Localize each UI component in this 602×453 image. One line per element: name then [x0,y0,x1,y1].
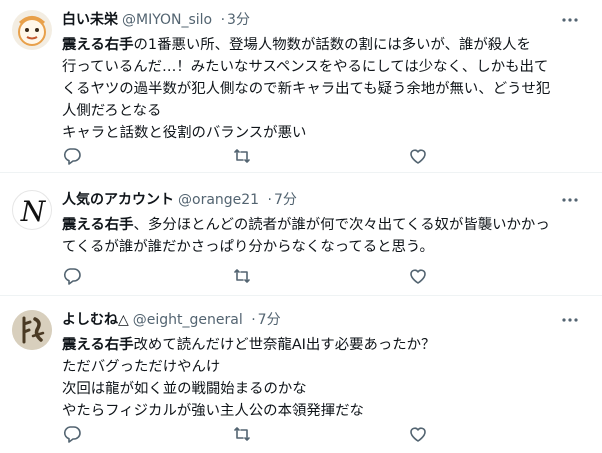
mention-link[interactable]: 震える右手 [62,37,134,53]
tweet-text: 震える右手、多分ほとんどの読者が誰が何で次々出てくる奴が皆襲いかかっ てくるが誰… [62,214,574,258]
reply-icon[interactable] [62,424,82,444]
more-icon[interactable] [560,313,580,327]
tweet-actions [62,424,462,444]
tweet-header: 人気のアカウント @orange21 · 7分 [62,191,562,210]
display-name[interactable]: 白い未栄 [62,12,118,28]
mention-link[interactable]: 震える右手 [62,217,134,233]
divider [0,295,602,296]
separator: · [267,192,272,208]
separator: · [220,12,226,28]
timestamp[interactable]: 7分 [274,192,297,208]
tweet-actions [62,146,462,166]
tweet[interactable]: よしむね△ @eight_general · 7分 震える右手改めて読んだけど世奈龍… [0,310,602,450]
divider [0,172,602,173]
display-name[interactable]: 人気のアカウント [62,192,174,208]
retweet-icon[interactable] [232,146,252,166]
user-handle[interactable]: @MIYON_silo [122,12,212,28]
avatar[interactable] [12,310,52,350]
tweet-header: 白い未栄 @MIYON_silo · 3分 [62,11,562,30]
reply-icon[interactable] [62,146,82,166]
avatar[interactable] [12,10,52,50]
user-handle[interactable]: @eight_general [133,312,243,328]
tweet-header: よしむね△ @eight_general · 7分 [62,311,562,330]
separator: · [251,312,256,328]
like-icon[interactable] [408,266,428,286]
text-line: ただバグっただけやんけ [62,359,221,375]
more-icon[interactable] [560,13,580,27]
text-line: の1番悪い所、登場人物数が話数の割には多いが、誰が殺人を [133,37,531,53]
tweet[interactable]: 白い未栄 @MIYON_silo · 3分 震える右手の1番悪い所、登場人物数が話数… [0,10,602,170]
tweet-actions [62,266,462,286]
mention-link[interactable]: 震える右手 [62,337,134,353]
text-line: キャラと話数と役割のバランスが悪い [62,125,307,141]
tweet-text: 震える右手改めて読んだけど世奈龍AI出す必要あったか？ ただバグっただけやんけ … [62,334,574,422]
text-line: くるヤツの過半数が犯人側なので新キャラ出ても疑う余地が無い、どうせ犯 [62,81,551,97]
text-line: 次回は龍が如く並の戦闘始まるのかな [62,381,307,397]
timestamp[interactable]: 3分 [227,12,250,28]
text-line: てくるが誰が誰だかさっぱり分からなくなってると思う。 [62,239,434,255]
like-icon[interactable] [408,146,428,166]
timestamp[interactable]: 7分 [258,312,281,328]
retweet-icon[interactable] [232,424,252,444]
text-line: 人側だろとなる [62,103,162,119]
user-handle[interactable]: @orange21 [178,192,259,208]
tweet-text: 震える右手の1番悪い所、登場人物数が話数の割には多いが、誰が殺人を 行っているん… [62,34,574,144]
reply-icon[interactable] [62,266,82,286]
svg-text:N: N [20,195,47,228]
display-name[interactable]: よしむね△ [62,312,129,328]
more-icon[interactable] [560,193,580,207]
like-icon[interactable] [408,424,428,444]
tweet[interactable]: N 人気のアカウント @orange21 · 7分 震える右手、多分ほとんどの読者が… [0,190,602,290]
avatar[interactable]: N [12,190,52,230]
text-line: やたらフィジカルが強い主人公の本領発揮だな [62,403,364,419]
text-line: 行っているんだ…！みたいなサスペンスをやるにしては少なく、しかも出て [62,59,549,75]
text-line: 改めて読んだけど世奈龍AI出す必要あったか？ [133,337,436,353]
retweet-icon[interactable] [232,266,252,286]
text-line: 、多分ほとんどの読者が誰が何で次々出てくる奴が皆襲いかかっ [133,217,550,233]
